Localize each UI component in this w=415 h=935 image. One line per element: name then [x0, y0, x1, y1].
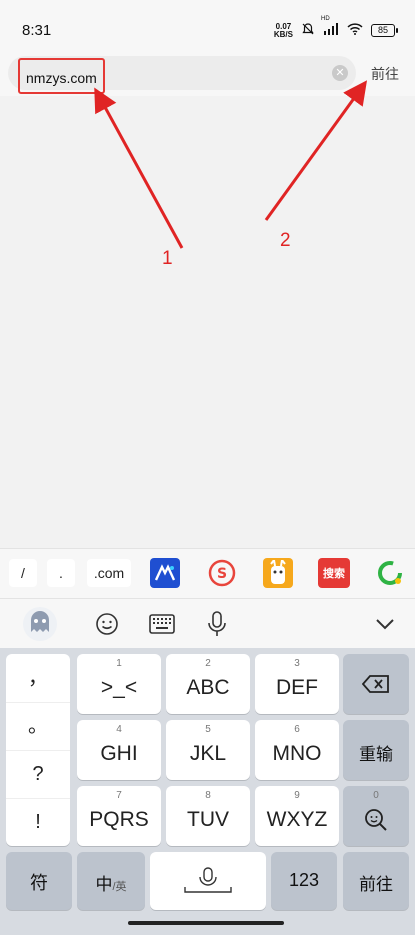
annotation-label-2: 2: [280, 230, 291, 251]
numbers-key[interactable]: 123: [271, 852, 337, 910]
voice-input-icon[interactable]: [202, 609, 232, 639]
app-m-icon[interactable]: [150, 558, 180, 588]
search-app-icon[interactable]: 搜索: [318, 558, 350, 588]
key-1[interactable]: 1 >_<: [77, 654, 161, 714]
status-time: 8:31: [22, 22, 52, 39]
backspace-key[interactable]: [343, 654, 409, 714]
key-4[interactable]: 4 GHI: [77, 720, 161, 780]
enter-go-key[interactable]: 前往: [343, 852, 409, 910]
annotation-label-1: 1: [162, 248, 173, 269]
status-icons: 0.07 KB/S HD 85: [273, 16, 398, 39]
url-text[interactable]: nmzys.com: [18, 58, 105, 94]
status-bar: 8:31 0.07 KB/S HD 85: [0, 0, 415, 48]
ime-mascot-icon[interactable]: [22, 606, 58, 642]
mute-bell-icon: [301, 22, 315, 39]
slash-chip[interactable]: /: [9, 559, 37, 587]
key-5[interactable]: 5 JKL: [166, 720, 250, 780]
home-indicator[interactable]: [128, 921, 284, 925]
address-bar: nmzys.com ✕: [0, 48, 415, 96]
key-7[interactable]: 7 PQRS: [77, 786, 161, 846]
key-2[interactable]: 2 ABC: [166, 654, 250, 714]
battery-icon: 85: [371, 24, 398, 37]
gesture-bar: [0, 918, 415, 935]
page-content: [0, 96, 415, 548]
punct-question-key[interactable]: ?: [6, 750, 70, 799]
key-6[interactable]: 6 MNO: [255, 720, 339, 780]
url-input[interactable]: nmzys.com ✕: [8, 56, 356, 94]
sogou-icon[interactable]: S: [207, 558, 237, 588]
key-0-search[interactable]: 0: [343, 786, 409, 846]
punct-exclaim-key[interactable]: !: [6, 798, 70, 846]
ime-toolbar: [0, 598, 415, 649]
shortcut-bar: / . .com S 搜索: [0, 548, 415, 599]
punct-comma-key[interactable]: ，: [6, 654, 70, 703]
clear-icon[interactable]: ✕: [332, 65, 348, 81]
lang-switch-key[interactable]: 中/英: [77, 852, 145, 910]
punct-period-key[interactable]: 。: [6, 702, 70, 751]
go-button[interactable]: 前往: [371, 64, 399, 84]
search-emoji-icon: [365, 809, 387, 831]
key-9[interactable]: 9 WXYZ: [255, 786, 339, 846]
dot-chip[interactable]: .: [47, 559, 75, 587]
green-circle-app-icon[interactable]: [375, 558, 405, 588]
key-8[interactable]: 8 TUV: [166, 786, 250, 846]
punctuation-column[interactable]: ， 。 ? !: [6, 654, 70, 846]
emoji-icon[interactable]: [92, 609, 122, 639]
retype-key[interactable]: 重输: [343, 720, 409, 780]
collapse-keyboard-icon[interactable]: [370, 609, 400, 639]
alpaca-app-icon[interactable]: [263, 558, 293, 588]
network-speed: 0.07 KB/S: [273, 21, 293, 39]
keyboard: ， 。 ? ! 1 >_< 2 ABC 3 DEF 4 GHI 5 JKL 6 …: [0, 648, 415, 918]
dotcom-chip[interactable]: .com: [87, 559, 131, 587]
symbols-key[interactable]: 符: [6, 852, 72, 910]
key-3[interactable]: 3 DEF: [255, 654, 339, 714]
wifi-icon: [347, 23, 363, 38]
keyboard-icon[interactable]: [147, 609, 177, 639]
space-key[interactable]: [150, 852, 266, 910]
signal-icon: HD: [321, 16, 339, 38]
svg-text:S: S: [217, 566, 227, 582]
